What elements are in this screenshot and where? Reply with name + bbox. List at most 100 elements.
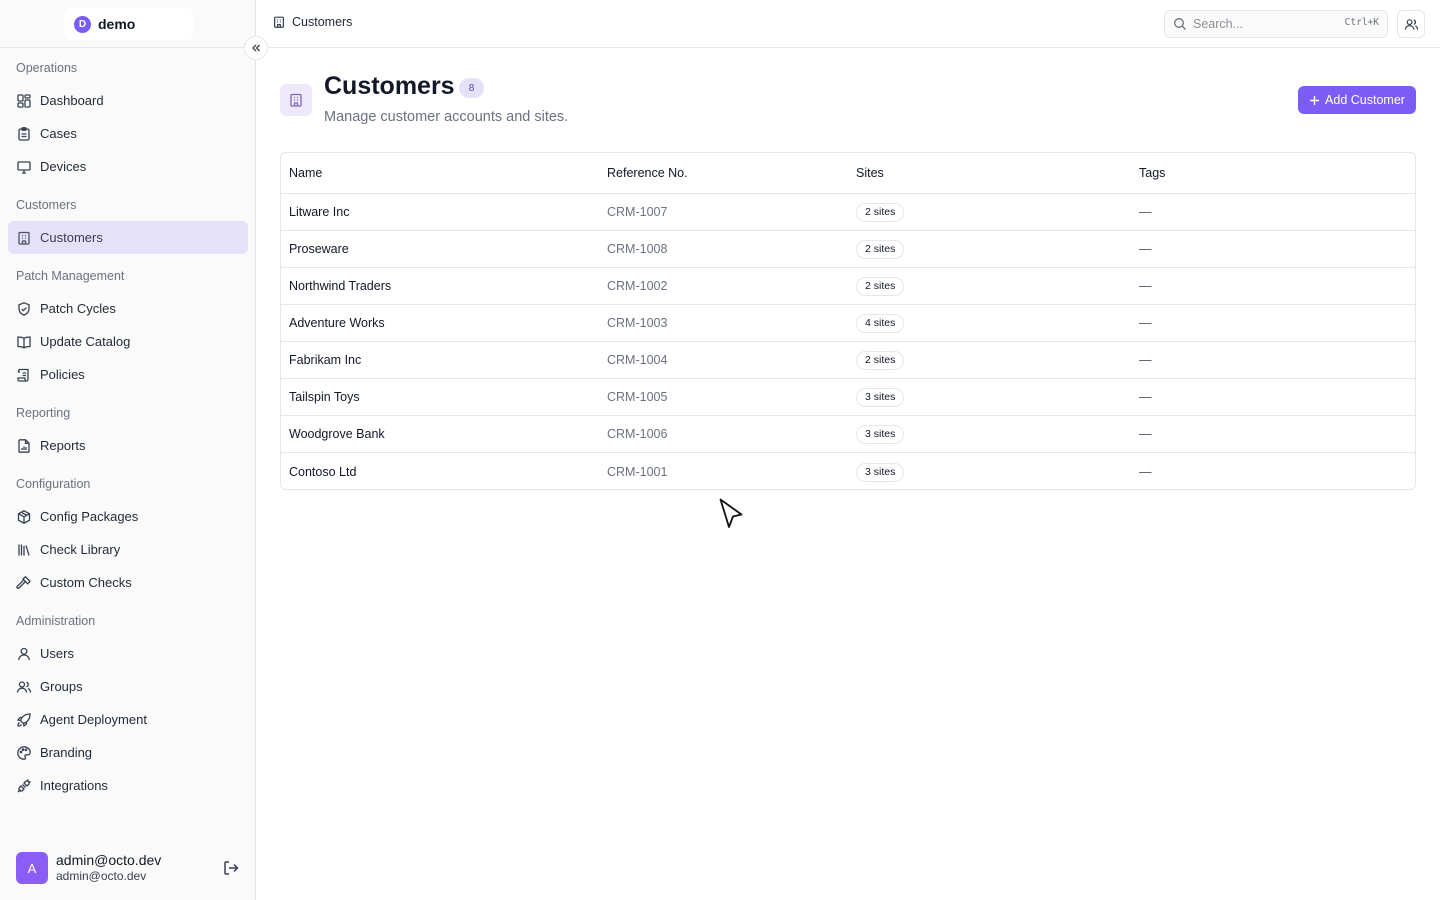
table-header: Name Reference No. Sites Tags — [281, 153, 1415, 194]
column-header-name[interactable]: Name — [281, 166, 599, 180]
table-row[interactable]: Woodgrove Bank CRM-1006 3 sites — — [281, 416, 1415, 453]
sidebar-item-custom-checks[interactable]: Custom Checks — [8, 566, 248, 599]
sidebar-item-label: Users — [40, 646, 74, 661]
sidebar-item-label: Branding — [40, 745, 93, 760]
sites-cell: 2 sites — [849, 202, 1133, 222]
brand-name: demo — [98, 16, 136, 32]
package-icon — [16, 509, 32, 525]
search-input[interactable] — [1193, 17, 1333, 31]
customer-tags: — — [1139, 464, 1152, 479]
customer-name: Northwind Traders — [289, 279, 392, 293]
customer-name: Contoso Ltd — [289, 464, 357, 479]
sidebar-item-policies[interactable]: Policies — [8, 358, 248, 391]
building-icon — [290, 93, 302, 107]
customer-tags: — — [1139, 353, 1152, 367]
collapse-sidebar-button[interactable] — [244, 36, 268, 60]
nav-group-operations: Operations Dashboard Cases Devices — [8, 52, 248, 183]
table-body: Litware Inc CRM-1007 2 sites — Proseware CRM-… — [281, 194, 1415, 489]
sites-cell: 2 sites — [849, 276, 1133, 296]
customer-reference: CRM-1003 — [607, 316, 668, 330]
table-row[interactable]: Adventure Works CRM-1003 4 sites — — [281, 305, 1415, 342]
nav-group-label: Customers — [16, 198, 77, 212]
sidebar-item-agent-deployment[interactable]: Agent Deployment — [8, 703, 248, 736]
customer-reference: CRM-1007 — [607, 205, 668, 219]
sidebar-item-branding[interactable]: Branding — [8, 736, 248, 769]
account-menu-button[interactable] — [1397, 10, 1425, 38]
nav-group-customers: Customers Customers — [8, 189, 248, 254]
plug-icon — [16, 778, 32, 794]
sidebar-item-devices[interactable]: Devices — [8, 150, 248, 183]
customer-name: Proseware — [289, 242, 349, 256]
logout-icon[interactable] — [222, 859, 240, 877]
nav-group-label: Administration — [16, 614, 96, 628]
dashboard-icon — [16, 93, 32, 109]
table-row[interactable]: Contoso Ltd CRM-1001 3 sites — — [281, 453, 1415, 489]
sidebar-item-reports[interactable]: Reports — [8, 429, 248, 462]
breadcrumb: Customers — [272, 15, 352, 29]
page-icon — [280, 84, 312, 116]
sidebar-item-label: Groups — [40, 679, 83, 694]
sidebar-item-label: Patch Cycles — [40, 301, 116, 316]
user-profile[interactable]: A admin@octo.dev admin@octo.dev — [16, 852, 244, 884]
sidebar-item-groups[interactable]: Groups — [8, 670, 248, 703]
user-icon — [16, 646, 32, 662]
sidebar-item-label: Config Packages — [40, 509, 139, 524]
nav-group-reporting: Reporting Reports — [8, 397, 248, 462]
sidebar-item-label: Devices — [40, 159, 87, 174]
customer-name: Litware Inc — [289, 205, 350, 219]
search-icon — [1174, 18, 1186, 30]
book-open-icon — [16, 334, 32, 350]
add-customer-label: Add Customer — [1325, 93, 1405, 107]
sites-badge: 2 sites — [856, 240, 905, 259]
column-header-reference[interactable]: Reference No. — [599, 166, 849, 180]
sidebar-item-customers[interactable]: Customers — [8, 221, 248, 254]
sidebar-item-users[interactable]: Users — [8, 637, 248, 670]
sites-cell: 4 sites — [849, 313, 1133, 333]
nav-group-label: Operations — [16, 61, 78, 75]
avatar: A — [16, 852, 48, 884]
sidebar-item-patch-cycles[interactable]: Patch Cycles — [8, 292, 248, 325]
table-row[interactable]: Proseware CRM-1008 2 sites — — [281, 231, 1415, 268]
sidebar-item-config-packages[interactable]: Config Packages — [8, 500, 248, 533]
nav-group-administration: Administration Users Groups Agent Deploy… — [8, 605, 248, 802]
sidebar-item-label: Cases — [40, 126, 77, 141]
nav-group-label: Patch Management — [16, 269, 125, 283]
nav-group-label: Reporting — [16, 406, 71, 420]
table-row[interactable]: Fabrikam Inc CRM-1004 2 sites — — [281, 342, 1415, 379]
user-info: admin@octo.dev admin@octo.dev — [56, 852, 161, 884]
sidebar-nav: Operations Dashboard Cases Devices Custo… — [8, 52, 248, 802]
workspace-switcher[interactable]: D demo — [64, 8, 193, 40]
sidebar-item-update-catalog[interactable]: Update Catalog — [8, 325, 248, 358]
scroll-icon — [16, 367, 32, 383]
mouse-cursor-icon — [719, 498, 743, 528]
add-customer-button[interactable]: Add Customer — [1298, 86, 1416, 114]
customer-reference: CRM-1008 — [607, 242, 668, 256]
customer-tags: — — [1139, 316, 1152, 330]
column-header-sites[interactable]: Sites — [849, 166, 1133, 180]
sidebar-item-check-library[interactable]: Check Library — [8, 533, 248, 566]
plus-icon — [1310, 95, 1320, 105]
monitor-icon — [16, 159, 32, 175]
sites-badge: 3 sites — [856, 462, 905, 482]
brand-logo: D — [74, 15, 91, 33]
customer-reference: CRM-1004 — [607, 353, 668, 367]
sites-badge: 2 sites — [856, 203, 905, 222]
table-row[interactable]: Northwind Traders CRM-1002 2 sites — — [281, 268, 1415, 305]
rocket-icon — [16, 712, 32, 728]
sites-cell: 3 sites — [849, 462, 1133, 482]
count-badge: 8 — [459, 78, 484, 98]
sidebar-item-label: Dashboard — [40, 93, 104, 108]
sidebar-item-cases[interactable]: Cases — [8, 117, 248, 150]
sites-badge: 3 sites — [856, 425, 905, 444]
column-header-tags[interactable]: Tags — [1133, 166, 1415, 180]
table-row[interactable]: Litware Inc CRM-1007 2 sites — — [281, 194, 1415, 231]
sidebar-item-integrations[interactable]: Integrations — [8, 769, 248, 802]
search-box[interactable]: Ctrl+K — [1164, 10, 1388, 38]
sites-badge: 2 sites — [856, 277, 905, 296]
sidebar-item-dashboard[interactable]: Dashboard — [8, 84, 248, 117]
sidebar-item-label: Policies — [40, 367, 85, 382]
building-icon — [274, 16, 284, 28]
customer-reference: CRM-1006 — [607, 427, 668, 441]
table-row[interactable]: Tailspin Toys CRM-1005 3 sites — — [281, 379, 1415, 416]
customer-reference: CRM-1001 — [607, 464, 668, 479]
